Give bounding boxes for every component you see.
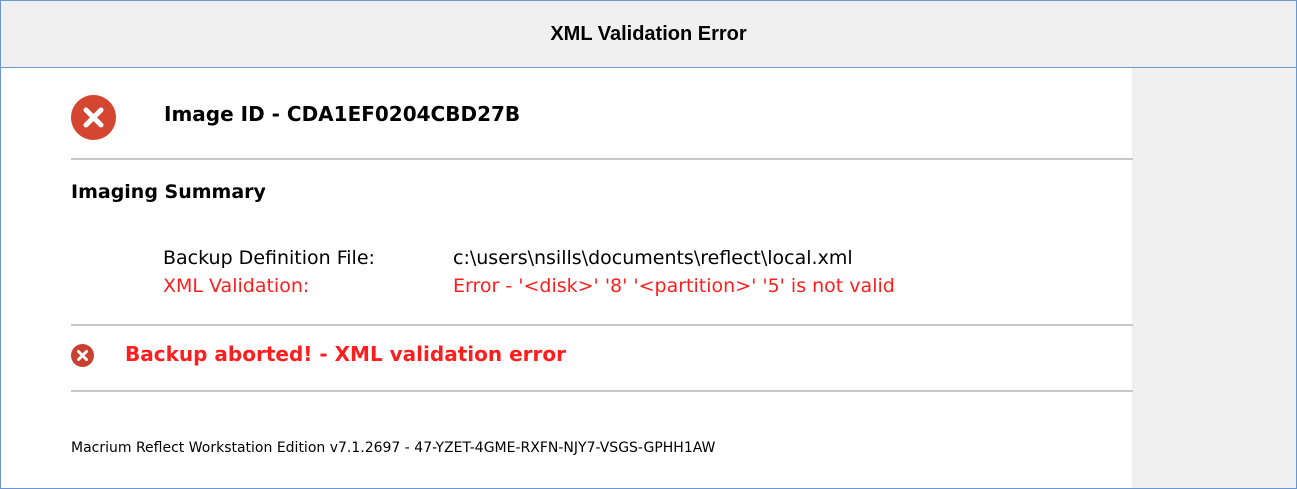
image-id-heading: Image ID - CDA1EF0204CBD27B bbox=[164, 102, 521, 126]
divider bbox=[71, 390, 1133, 392]
divider bbox=[71, 158, 1133, 160]
xml-validation-label: XML Validation: bbox=[163, 275, 310, 297]
error-circle-x-icon bbox=[71, 95, 116, 140]
backup-definition-label: Backup Definition File: bbox=[163, 247, 375, 269]
product-version-footer: Macrium Reflect Workstation Edition v7.1… bbox=[71, 440, 716, 456]
divider bbox=[71, 324, 1133, 326]
dialog-window: XML Validation Error Image ID - CDA1EF02… bbox=[0, 0, 1297, 489]
error-circle-x-icon bbox=[71, 344, 94, 367]
backup-aborted-message: Backup aborted! - XML validation error bbox=[125, 342, 566, 366]
backup-definition-value: c:\users\nsills\documents\reflect\local.… bbox=[453, 247, 853, 269]
dialog-title: XML Validation Error bbox=[1, 1, 1296, 68]
report-panel: Image ID - CDA1EF0204CBD27B Imaging Summ… bbox=[37, 68, 1133, 488]
side-panel bbox=[1132, 68, 1296, 488]
imaging-summary-heading: Imaging Summary bbox=[71, 181, 266, 203]
xml-validation-value: Error - '<disk>' '8' '<partition>' '5' i… bbox=[453, 275, 895, 297]
